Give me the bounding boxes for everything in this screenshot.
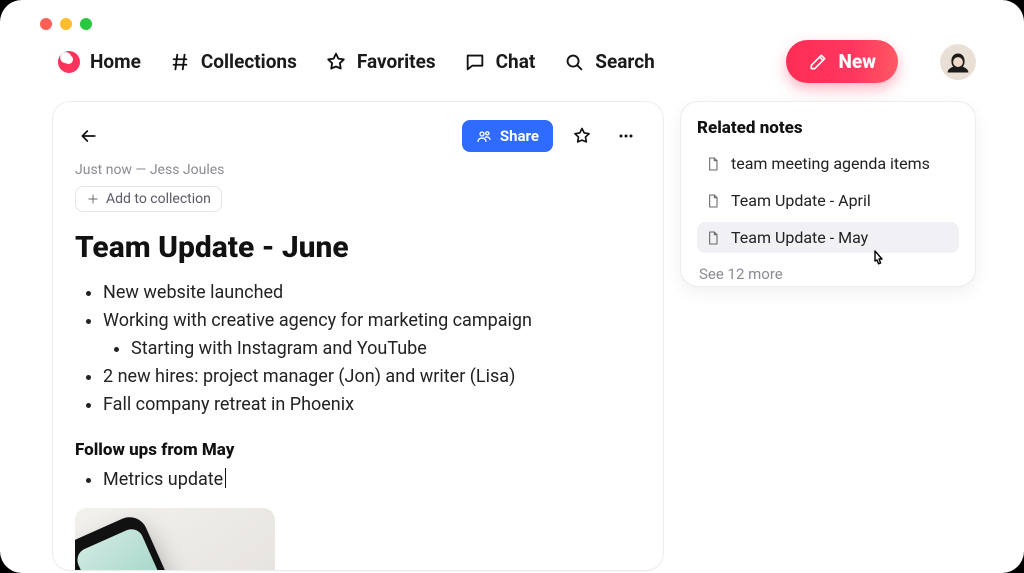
related-note-label: Team Update - April — [731, 191, 871, 210]
nav-favorites[interactable]: Favorites — [325, 50, 436, 73]
document-icon — [705, 156, 721, 172]
back-arrow-icon — [79, 126, 99, 146]
nav-search[interactable]: Search — [563, 50, 654, 73]
nav-home[interactable]: Home — [58, 50, 141, 73]
avatar[interactable] — [940, 44, 976, 80]
nav-chat[interactable]: Chat — [464, 50, 536, 73]
new-button[interactable]: New — [786, 40, 898, 83]
related-note-label: Team Update - May — [731, 228, 868, 247]
nav-collections-label: Collections — [201, 50, 297, 73]
close-window-dot[interactable] — [40, 18, 52, 30]
list-item-text: Working with creative agency for marketi… — [103, 310, 532, 331]
nav-favorites-label: Favorites — [357, 50, 436, 73]
favorite-button[interactable] — [567, 121, 597, 151]
zoom-window-dot[interactable] — [80, 18, 92, 30]
list-item[interactable]: Starting with Instagram and YouTube — [131, 335, 641, 363]
nav-search-label: Search — [595, 50, 654, 73]
top-nav: Home Collections Favorites Chat Search N… — [0, 0, 1024, 101]
share-people-icon — [476, 128, 492, 144]
related-note-item[interactable]: Team Update - April — [697, 185, 959, 216]
back-button[interactable] — [75, 122, 103, 150]
star-outline-icon — [572, 126, 592, 146]
share-button-label: Share — [500, 127, 539, 145]
note-toolbar: Share — [75, 120, 641, 152]
add-to-collection-button[interactable]: Add to collection — [75, 186, 222, 212]
list-item[interactable]: Fall company retreat in Phoenix — [103, 391, 641, 419]
note-followups[interactable]: Metrics update — [75, 466, 641, 494]
document-icon — [705, 230, 721, 246]
note-meta: Just now — Jess Joules — [75, 162, 641, 178]
related-notes-title: Related notes — [697, 118, 959, 138]
note-subheading[interactable]: Follow ups from May — [75, 440, 641, 460]
nav-collections[interactable]: Collections — [169, 50, 297, 73]
see-more-link[interactable]: See 12 more — [697, 265, 959, 283]
related-note-item[interactable]: Team Update - May — [697, 222, 959, 253]
list-item-text: 2 new hires: project manager (Jon) and w… — [103, 366, 515, 387]
nav-chat-label: Chat — [496, 50, 536, 73]
list-item[interactable]: Metrics update — [103, 466, 641, 494]
hash-icon — [169, 51, 191, 73]
edit-icon — [808, 52, 828, 72]
new-button-label: New — [838, 50, 876, 73]
avatar-image — [941, 46, 975, 80]
content-area: Share Just now — Jess Joules Add to coll… — [0, 101, 1024, 571]
note-card: Share Just now — Jess Joules Add to coll… — [52, 101, 664, 571]
more-icon — [616, 126, 636, 146]
note-title[interactable]: Team Update - June — [75, 230, 641, 265]
related-note-item[interactable]: team meeting agenda items — [697, 148, 959, 179]
nav-home-label: Home — [90, 50, 141, 73]
list-item[interactable]: Working with creative agency for marketi… — [103, 307, 641, 363]
text-caret — [225, 468, 226, 488]
share-button[interactable]: Share — [462, 120, 553, 152]
add-to-collection-label: Add to collection — [106, 191, 211, 207]
star-icon — [325, 51, 347, 73]
app-window: Home Collections Favorites Chat Search N… — [0, 0, 1024, 573]
more-button[interactable] — [611, 121, 641, 151]
minimize-window-dot[interactable] — [60, 18, 72, 30]
list-item-text: Fall company retreat in Phoenix — [103, 394, 354, 415]
logo-icon — [58, 51, 80, 73]
attachment-thumbnail[interactable] — [75, 508, 275, 571]
pointer-cursor-icon — [867, 248, 891, 272]
list-item-text: Starting with Instagram and YouTube — [131, 338, 427, 359]
window-traffic-lights — [40, 18, 92, 30]
list-item[interactable]: New website launched — [103, 279, 641, 307]
list-item[interactable]: 2 new hires: project manager (Jon) and w… — [103, 363, 641, 391]
document-icon — [705, 193, 721, 209]
plus-icon — [86, 192, 100, 206]
chat-icon — [464, 51, 486, 73]
list-item-text: New website launched — [103, 282, 283, 303]
list-item-text: Metrics update — [103, 469, 223, 490]
related-note-label: team meeting agenda items — [731, 154, 930, 173]
related-notes-card: Related notes team meeting agenda items … — [680, 101, 976, 287]
search-icon — [563, 51, 585, 73]
note-body[interactable]: New website launched Working with creati… — [75, 279, 641, 418]
